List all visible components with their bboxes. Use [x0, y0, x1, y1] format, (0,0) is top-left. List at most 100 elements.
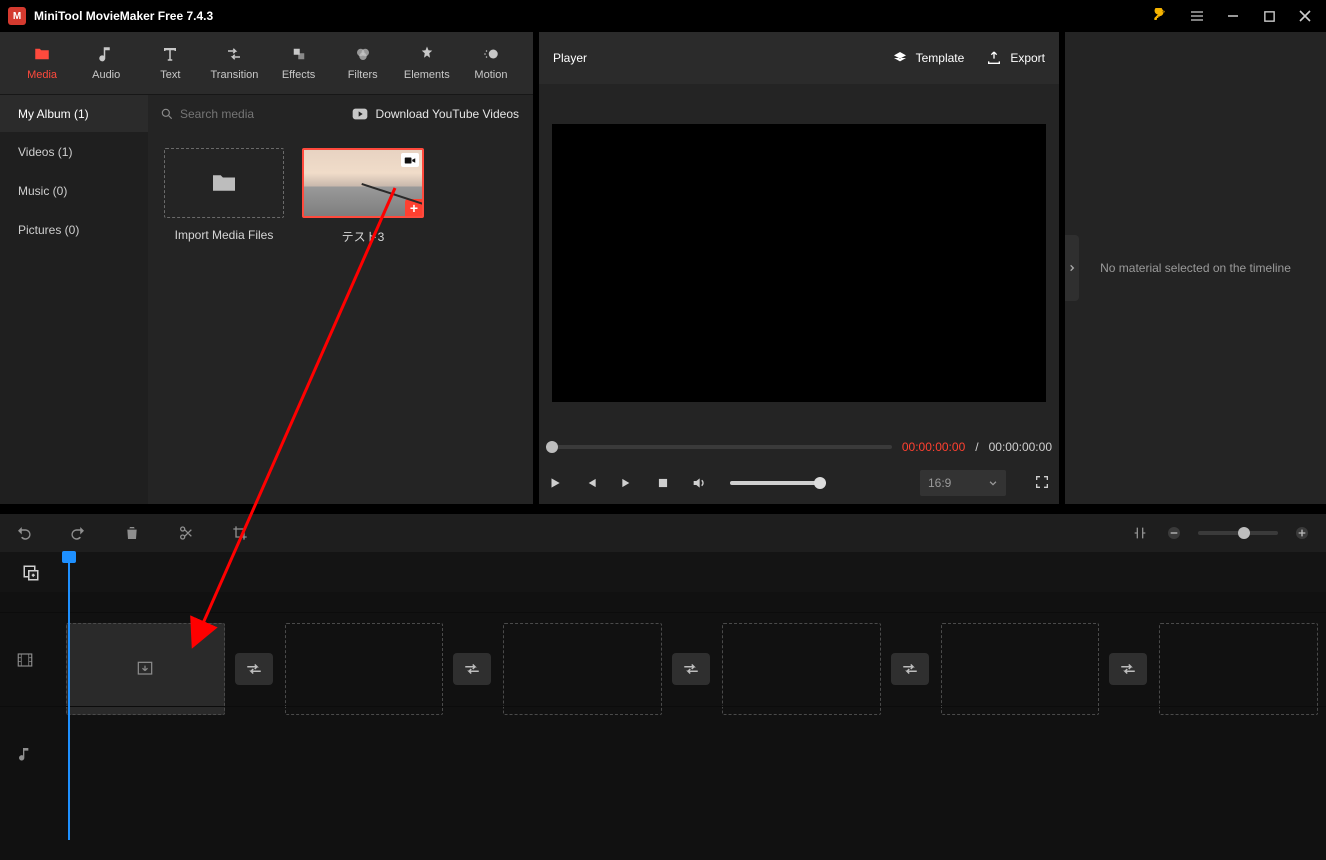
tab-audio[interactable]: Audio — [74, 32, 138, 94]
undo-button[interactable] — [14, 523, 34, 543]
timeline-slot[interactable] — [285, 623, 444, 715]
tab-filters-label: Filters — [348, 69, 378, 81]
volume-icon[interactable] — [690, 474, 708, 492]
transition-slot-button[interactable] — [672, 653, 710, 685]
album-sidebar: Videos (1) Music (0) Pictures (0) — [0, 132, 148, 504]
stop-button[interactable] — [654, 474, 672, 492]
app-title: MiniTool MovieMaker Free 7.4.3 — [34, 9, 213, 23]
clip-name: テスト3 — [342, 228, 385, 245]
time-total: 00:00:00:00 — [989, 440, 1052, 454]
zoom-in-button[interactable] — [1292, 523, 1312, 543]
tab-transition-label: Transition — [210, 69, 258, 81]
search-wrap — [148, 95, 352, 133]
add-track-button[interactable] — [22, 564, 40, 582]
playhead[interactable] — [68, 558, 70, 840]
timeline — [0, 552, 1326, 860]
audio-track — [0, 706, 1326, 800]
titlebar: M MiniTool MovieMaker Free 7.4.3 — [0, 0, 1326, 32]
panel-collapse-handle[interactable] — [1065, 235, 1079, 301]
key-icon[interactable] — [1152, 7, 1170, 25]
zoom-out-button[interactable] — [1164, 523, 1184, 543]
play-button[interactable] — [546, 474, 564, 492]
add-clip-button[interactable]: + — [405, 199, 423, 217]
no-selection-text: No material selected on the timeline — [1100, 261, 1291, 275]
app-logo-icon: M — [8, 7, 26, 25]
prev-frame-button[interactable] — [582, 474, 600, 492]
tab-motion[interactable]: Motion — [459, 32, 523, 94]
player-panel: Player Template Export 00:00:00:00 / 00:… — [539, 32, 1059, 504]
timeline-slot[interactable] — [722, 623, 881, 715]
folder-icon — [210, 172, 238, 194]
fullscreen-button[interactable] — [1034, 474, 1052, 492]
time-current: 00:00:00:00 — [902, 440, 965, 454]
transition-slot-button[interactable] — [453, 653, 491, 685]
tab-elements[interactable]: Elements — [395, 32, 459, 94]
media-grid: Import Media Files + テスト3 — [148, 132, 533, 504]
properties-panel: No material selected on the timeline — [1065, 32, 1326, 504]
tab-audio-label: Audio — [92, 69, 120, 81]
chevron-right-icon — [1068, 263, 1076, 273]
template-label: Template — [916, 51, 965, 65]
tab-filters[interactable]: Filters — [331, 32, 395, 94]
album-tab-myalbum[interactable]: My Album (1) — [0, 95, 148, 133]
transition-slot-button[interactable] — [235, 653, 273, 685]
template-button[interactable]: Template — [892, 50, 965, 66]
export-button[interactable]: Export — [986, 50, 1045, 66]
timeline-toolbar — [0, 514, 1326, 552]
zoom-slider[interactable] — [1198, 531, 1278, 535]
tab-text-label: Text — [160, 69, 180, 81]
hamburger-icon[interactable] — [1188, 7, 1206, 25]
redo-button[interactable] — [68, 523, 88, 543]
clip-thumbnail[interactable]: + — [302, 148, 424, 218]
import-card: Import Media Files — [164, 148, 284, 242]
sidebar-item-videos[interactable]: Videos (1) — [0, 132, 148, 171]
crop-button[interactable] — [230, 523, 250, 543]
tab-effects[interactable]: Effects — [267, 32, 331, 94]
chevron-down-icon — [988, 478, 998, 488]
video-slots — [66, 623, 1318, 696]
timeline-slot[interactable] — [941, 623, 1100, 715]
player-title: Player — [553, 51, 587, 65]
album-subrow: My Album (1) Download YouTube Videos — [0, 94, 533, 132]
tab-transition[interactable]: Transition — [202, 32, 266, 94]
video-preview — [552, 124, 1046, 402]
layers-icon — [892, 50, 908, 66]
timeline-slot[interactable] — [66, 623, 225, 715]
sidebar-item-pictures[interactable]: Pictures (0) — [0, 210, 148, 249]
aspect-ratio-select[interactable]: 16:9 — [920, 470, 1006, 496]
timeline-slot[interactable] — [1159, 623, 1318, 715]
import-caption: Import Media Files — [175, 228, 274, 242]
music-note-icon — [0, 746, 50, 762]
time-separator: / — [975, 440, 978, 454]
drop-here-icon — [135, 659, 155, 679]
tab-effects-label: Effects — [282, 69, 315, 81]
film-icon — [0, 651, 50, 669]
tab-text[interactable]: Text — [138, 32, 202, 94]
timeline-ruler[interactable] — [0, 552, 1326, 592]
delete-button[interactable] — [122, 523, 142, 543]
aspect-ratio-value: 16:9 — [928, 476, 951, 490]
split-button[interactable] — [176, 523, 196, 543]
minimize-button[interactable] — [1224, 7, 1242, 25]
close-button[interactable] — [1296, 7, 1314, 25]
transition-slot-button[interactable] — [1109, 653, 1147, 685]
fit-button[interactable] — [1130, 523, 1150, 543]
search-input[interactable] — [180, 107, 310, 121]
tab-elements-label: Elements — [404, 69, 450, 81]
transition-slot-button[interactable] — [891, 653, 929, 685]
search-icon — [160, 107, 174, 121]
sidebar-item-music[interactable]: Music (0) — [0, 171, 148, 210]
export-label: Export — [1010, 51, 1045, 65]
video-track — [0, 612, 1326, 706]
video-icon — [401, 153, 419, 167]
tab-media[interactable]: Media — [10, 32, 74, 94]
volume-slider[interactable] — [730, 481, 826, 485]
clip-card: + テスト3 — [302, 148, 424, 245]
download-youtube-button[interactable]: Download YouTube Videos — [352, 107, 533, 121]
timeline-slot[interactable] — [503, 623, 662, 715]
import-media-button[interactable] — [164, 148, 284, 218]
seek-slider[interactable] — [546, 445, 892, 449]
next-frame-button[interactable] — [618, 474, 636, 492]
top-tabs: Media Audio Text Transition Effects Filt… — [0, 32, 533, 94]
maximize-button[interactable] — [1260, 7, 1278, 25]
